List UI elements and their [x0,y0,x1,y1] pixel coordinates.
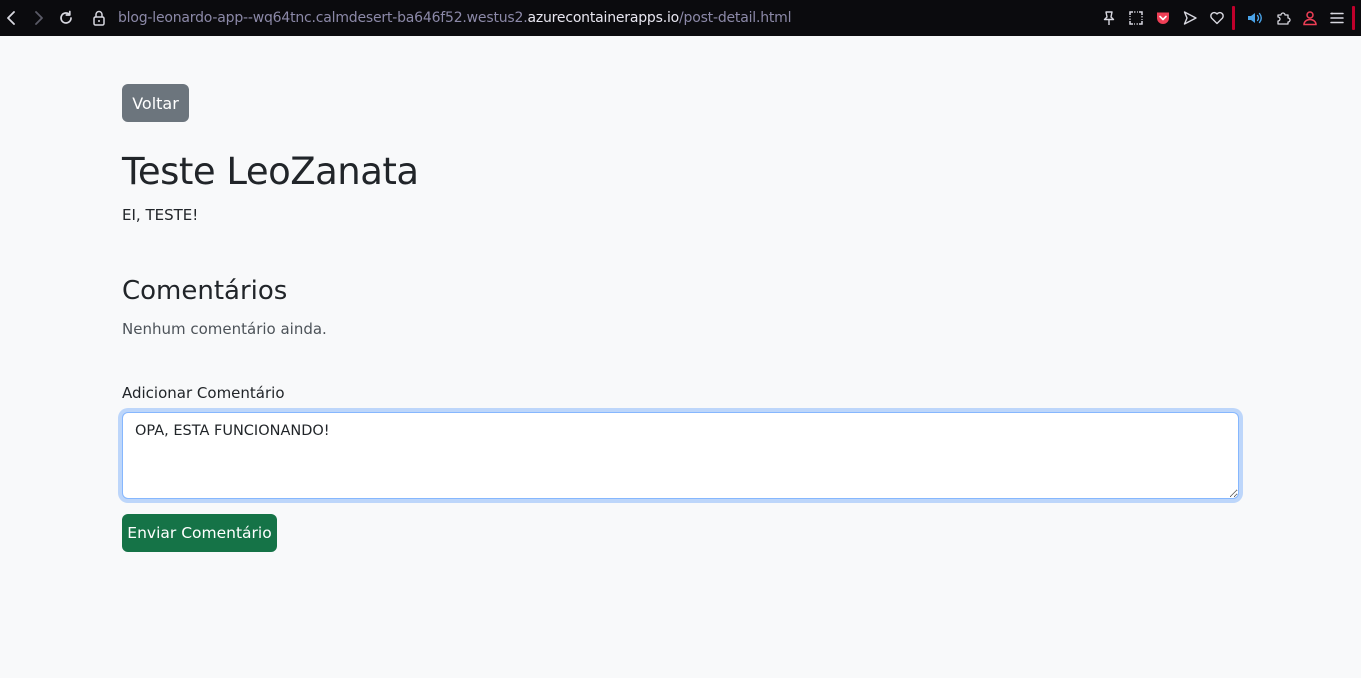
screenshot-icon[interactable] [1126,8,1146,28]
comments-heading: Comentários [122,276,288,306]
reload-icon[interactable] [56,8,76,28]
back-button[interactable]: Voltar [122,84,189,122]
post-body: EI, TESTE! [122,206,199,224]
pocket-icon[interactable] [1153,8,1173,28]
back-arrow-icon[interactable] [2,8,22,28]
address-bar-url[interactable]: blog-leonardo-app--wq64tnc.calmdesert-ba… [118,9,792,27]
menu-icon[interactable] [1327,8,1347,28]
heart-icon[interactable] [1207,8,1227,28]
toolbar-divider-right [1352,6,1355,30]
url-domain: azurecontainerapps.io [527,10,680,26]
puzzle-icon[interactable] [1273,8,1293,28]
browser-toolbar: blog-leonardo-app--wq64tnc.calmdesert-ba… [0,0,1361,36]
pin-icon[interactable] [1099,8,1119,28]
comment-textarea[interactable]: OPA, ESTA FUNCIONANDO! [122,412,1239,499]
profile-icon[interactable] [1300,8,1320,28]
send-comment-button[interactable]: Enviar Comentário [122,514,277,552]
lock-icon[interactable] [89,8,109,28]
url-prefix: blog-leonardo-app--wq64tnc.calmdesert-ba… [118,10,528,26]
url-path: /post-detail.html [679,10,792,26]
forward-arrow-icon[interactable] [28,8,48,28]
send-icon[interactable] [1180,8,1200,28]
toolbar-divider [1232,6,1235,30]
speaker-icon[interactable] [1245,8,1265,28]
add-comment-label: Adicionar Comentário [122,384,285,402]
post-title: Teste LeoZanata [122,150,419,193]
no-comments-message: Nenhum comentário ainda. [122,320,327,338]
